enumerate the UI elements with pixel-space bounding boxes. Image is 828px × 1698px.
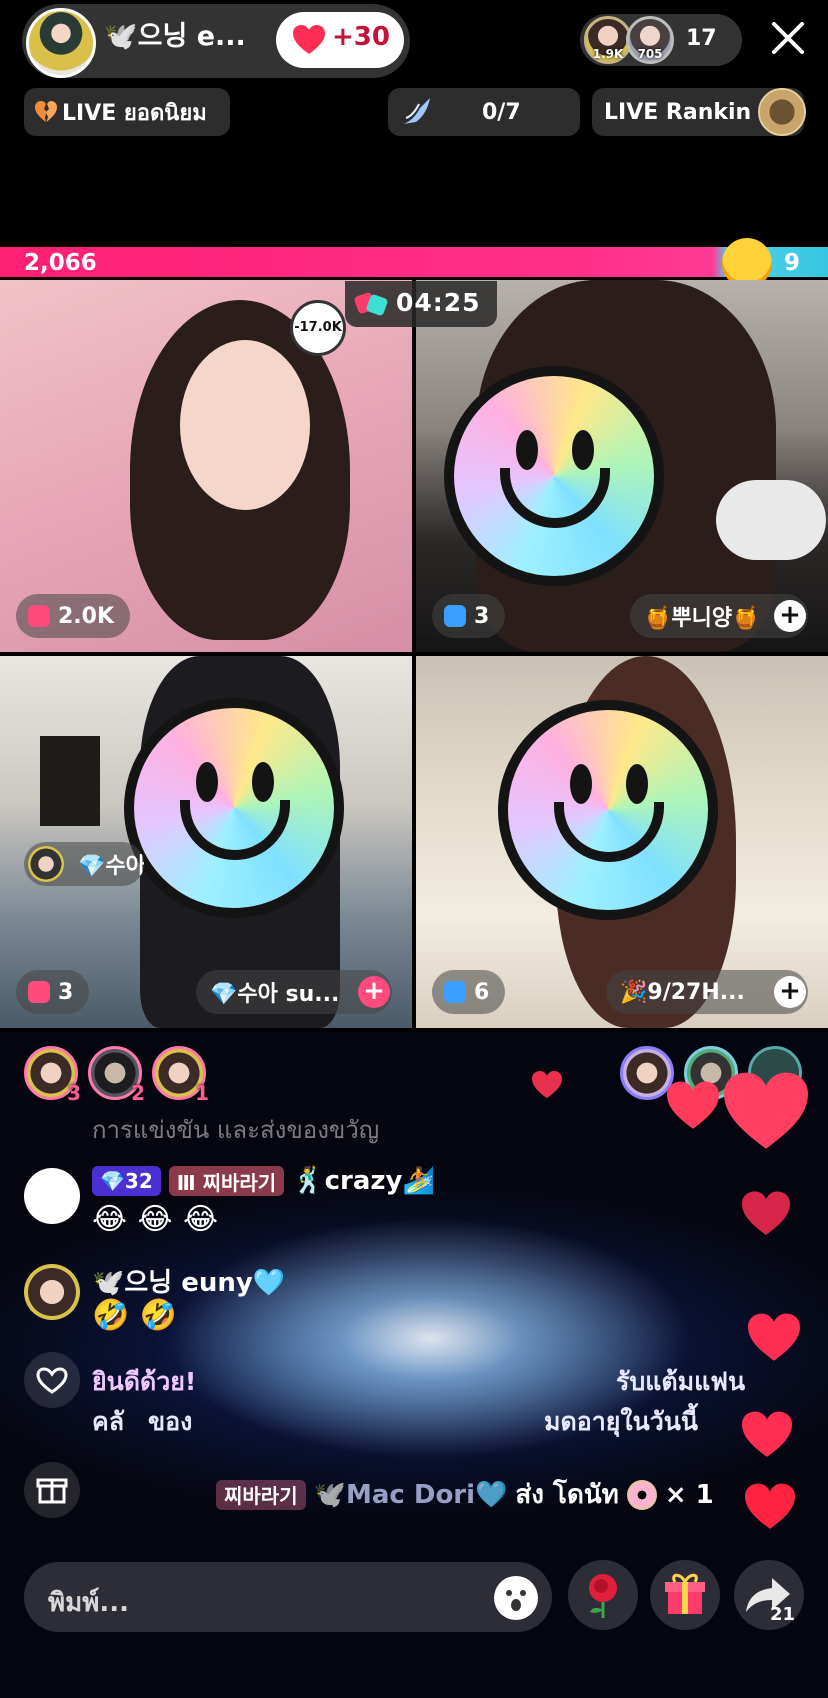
tile-3-side-name[interactable]: 💎수아 xyxy=(24,842,144,886)
goal-chip[interactable]: 0/7 xyxy=(388,88,580,136)
gift-quantity: × 1 xyxy=(664,1479,714,1510)
gift-message: 찌바라기 🕊️Mac Dori🩵 ส่ง โดนัท × 1 xyxy=(216,1474,714,1515)
host-name[interactable]: 🕊️으닝 e... xyxy=(104,14,246,53)
tile-4-score-value: 6 xyxy=(474,979,490,1005)
gift-box-icon xyxy=(28,605,50,627)
score-badge: -17.0K xyxy=(290,300,346,356)
level-badge: 💎32 xyxy=(92,1166,161,1196)
smiley-mask-icon xyxy=(444,366,664,586)
system-message: มดอายุในวันนี้ xyxy=(544,1407,698,1436)
top-gifter-rank: 3 xyxy=(67,1081,81,1105)
system-message: ของ xyxy=(148,1407,193,1436)
gift-icon xyxy=(24,1462,80,1518)
top-gifter-avatar[interactable]: 2 xyxy=(88,1046,145,1105)
floating-heart-icon xyxy=(667,1081,719,1129)
viewer-avatar-count: 1.9K xyxy=(592,47,624,61)
heart-outline-icon xyxy=(24,1352,80,1408)
rose-gift-button[interactable] xyxy=(568,1560,638,1630)
viewer-count: 17 xyxy=(686,26,717,51)
user-avatar[interactable] xyxy=(24,1264,80,1320)
top-gifter-avatar[interactable]: 3 xyxy=(24,1046,81,1105)
tiktok-coin-icon[interactable] xyxy=(758,88,806,136)
close-icon[interactable] xyxy=(768,18,808,58)
follow-button[interactable]: + xyxy=(774,600,806,632)
tile-2-name-label: 🍯뿌니양🍯 xyxy=(644,606,760,631)
tile-4-score[interactable]: 6 xyxy=(432,970,506,1014)
emoji-picker-icon[interactable] xyxy=(494,1576,538,1620)
follow-button[interactable]: + xyxy=(358,976,390,1008)
wing-icon xyxy=(403,98,430,124)
viewer-avatar[interactable]: 1.9K xyxy=(584,16,632,64)
broken-heart-icon xyxy=(35,101,57,122)
chat-username[interactable]: 🕺crazy🏄 xyxy=(292,1166,435,1196)
host-avatar[interactable] xyxy=(26,8,96,78)
goal-value: 0/7 xyxy=(482,100,521,125)
top-gifter-rank: 1 xyxy=(195,1081,209,1105)
tile-2-score-value: 3 xyxy=(474,603,490,629)
floating-heart-icon xyxy=(745,1483,795,1529)
user-avatar xyxy=(28,846,64,882)
gift-action: ส่ง โดนัท xyxy=(515,1480,619,1510)
chat-message-text: 🤣 🤣 xyxy=(92,1298,178,1333)
gift-box-icon xyxy=(28,981,50,1003)
floating-heart-icon xyxy=(724,1072,808,1149)
comment-placeholder: พิมพ์... xyxy=(48,1588,130,1618)
faded-message: การแข่งขัน และส่งของขวัญ xyxy=(92,1116,380,1144)
versus-icon xyxy=(354,292,388,316)
gift-button[interactable] xyxy=(650,1560,720,1630)
rose-icon xyxy=(589,1574,617,1618)
follow-button[interactable]: + xyxy=(774,976,806,1008)
chat-username[interactable]: 🕊️으닝 euny🩵 xyxy=(92,1262,285,1299)
floating-heart-icon xyxy=(742,1411,792,1457)
live-popular-label: LIVE ยอดนิยม xyxy=(62,100,207,126)
heart-icon xyxy=(293,25,325,54)
tile-4-name-label: 🎉9/27H... xyxy=(620,979,745,1005)
smiley-mask-icon xyxy=(124,698,344,918)
donut-icon xyxy=(626,1479,657,1510)
tile-2-score[interactable]: 3 xyxy=(432,594,506,638)
score-left: 2,066 xyxy=(24,250,97,276)
chat-username[interactable]: 🕊️Mac Dori🩵 xyxy=(314,1480,508,1510)
share-count: 21 xyxy=(770,1604,796,1625)
battle-score-bar xyxy=(0,247,828,277)
tile-3-score-value: 3 xyxy=(58,979,74,1005)
gift-box-icon xyxy=(444,605,466,627)
system-message: ยินดีด้วย! xyxy=(92,1367,197,1396)
floating-heart-icon xyxy=(532,1070,562,1099)
floating-heart-icon xyxy=(748,1313,800,1361)
wall-frame xyxy=(40,736,100,826)
tile-1-score-value: 2.0K xyxy=(58,603,115,629)
system-message: รับแต้มแฟน xyxy=(616,1367,746,1396)
tile-3-score[interactable]: 3 xyxy=(16,970,90,1014)
system-message: คลั xyxy=(92,1407,125,1436)
fan-club-badge: 찌바라기 xyxy=(216,1479,306,1510)
score-right: 9 xyxy=(784,250,801,276)
tile-1-score[interactable]: 2.0K xyxy=(16,594,131,638)
viewer-avatar-count: 705 xyxy=(637,47,663,61)
microphone xyxy=(716,480,826,560)
fan-club-badge: Ⅲ 찌바라기 xyxy=(168,1166,285,1196)
like-count: +30 xyxy=(332,22,390,52)
live-popular-chip[interactable]: LIVE ยอดนิยม xyxy=(24,88,230,136)
floating-heart-icon xyxy=(742,1191,790,1235)
battle-timer-text: 04:25 xyxy=(396,288,481,317)
streamer-face xyxy=(180,340,310,510)
chat-message-header: 💎32 Ⅲ 찌바라기 🕺crazy🏄 xyxy=(92,1166,435,1196)
chat-message-text: 😂 😂 😂 xyxy=(92,1202,219,1237)
top-gifter-avatar[interactable]: 1 xyxy=(152,1046,209,1105)
top-gifter-rank: 2 xyxy=(131,1081,145,1105)
ranking-label: LIVE Rankin xyxy=(604,99,752,125)
smiley-mask-icon xyxy=(498,700,718,920)
gift-box-icon xyxy=(444,981,466,1003)
viewer-avatar[interactable]: 705 xyxy=(626,16,674,64)
tile-3-side-name-label: 💎수아 xyxy=(78,854,144,879)
user-avatar[interactable] xyxy=(24,1168,80,1224)
tile-3-name-label: 💎수아 su... xyxy=(210,982,340,1007)
gift-box-icon xyxy=(665,1573,705,1614)
